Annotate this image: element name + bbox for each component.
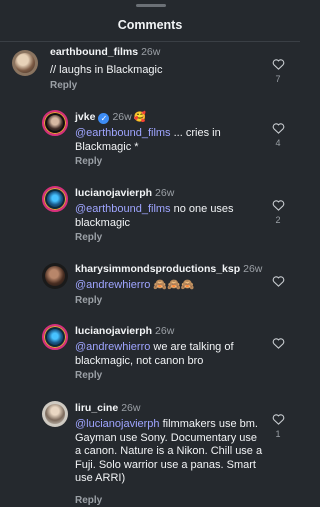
comment-mention[interactable]: @earthbound_films <box>75 203 171 215</box>
comment-text: @lucianojavierph filmmakers use bm. Gaym… <box>75 418 263 484</box>
like-button[interactable]: 1 <box>270 413 286 439</box>
page-title: Comments <box>117 18 183 32</box>
like-count: 2 <box>275 215 281 225</box>
avatar[interactable] <box>12 50 38 76</box>
comment-username[interactable]: lucianojavierph <box>75 187 152 199</box>
comment-time: 26w <box>155 187 175 199</box>
reply-button[interactable]: Reply <box>75 295 102 306</box>
comment-text: @earthbound_films no one uses blackmagic <box>75 203 234 229</box>
comment-mention[interactable]: @earthbound_films <box>75 127 171 139</box>
comment-username[interactable]: lucianojavierph <box>75 325 152 337</box>
avatar[interactable] <box>42 186 68 212</box>
avatar[interactable] <box>42 110 68 136</box>
like-count: 7 <box>275 74 281 84</box>
heart-icon <box>272 59 284 70</box>
comment-username[interactable]: kharysimmondsproductions_ksp <box>75 263 240 275</box>
like-button[interactable] <box>270 275 286 291</box>
heart-icon <box>272 123 284 134</box>
reply-button[interactable]: Reply <box>75 370 102 381</box>
comment-mention[interactable]: @lucianojavierph <box>75 418 160 430</box>
avatar[interactable] <box>42 401 68 427</box>
like-button[interactable] <box>270 337 286 353</box>
drag-handle[interactable] <box>136 4 166 7</box>
like-button[interactable]: 4 <box>270 122 286 148</box>
comment-mention[interactable]: @andrewhierro <box>75 341 150 353</box>
like-button[interactable]: 2 <box>270 199 286 225</box>
verified-icon: ✓ <box>98 113 110 124</box>
reply-button[interactable]: Reply <box>75 156 102 167</box>
comment-time: 26w <box>112 111 132 123</box>
avatar[interactable] <box>42 324 68 350</box>
emoji-badge: 🥰 <box>133 112 147 123</box>
reply-button[interactable]: Reply <box>50 80 77 91</box>
comment-username[interactable]: jvke <box>75 111 95 123</box>
comment-text: // laughs in Blackmagic <box>50 64 163 76</box>
heart-icon <box>272 200 284 211</box>
reply-button[interactable]: Reply <box>75 232 102 243</box>
comment-text: @earthbound_films ... cries in Blackmagi… <box>75 127 221 153</box>
comment-username[interactable]: liru_cine <box>75 402 118 414</box>
like-count: 4 <box>275 138 281 148</box>
reply-button[interactable]: Reply <box>75 495 102 506</box>
comment-text: @andrewhierro 🙈🙈🙈 <box>75 279 195 291</box>
like-button[interactable]: 7 <box>270 58 286 84</box>
comment-username[interactable]: earthbound_films <box>50 46 138 58</box>
comment-text: @andrewhierro we are talking of blackmag… <box>75 341 234 367</box>
comment-time: 26w <box>155 325 175 337</box>
heart-icon <box>272 276 284 287</box>
comment-time: 26w <box>121 402 141 414</box>
like-count: 1 <box>275 429 281 439</box>
avatar[interactable] <box>42 263 68 289</box>
heart-icon <box>272 414 284 425</box>
comment-time: 26w <box>141 46 161 58</box>
comment-mention[interactable]: @andrewhierro <box>75 279 150 291</box>
comments-sheet: Comments earthbound_films 26w // laughs i… <box>0 0 300 507</box>
comment-time: 26w <box>243 263 263 275</box>
comments-header: Comments <box>0 0 300 42</box>
heart-icon <box>272 338 284 349</box>
